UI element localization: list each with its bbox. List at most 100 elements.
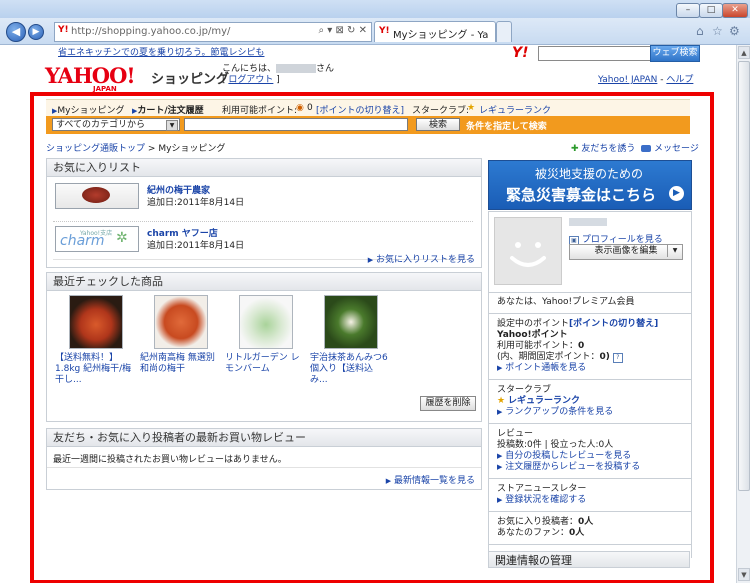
divider xyxy=(488,379,692,380)
starclub-condition[interactable]: ▶ ランクアップの条件を見る xyxy=(497,407,613,418)
vertical-scrollbar[interactable]: ▲ ▼ xyxy=(736,45,750,583)
divider xyxy=(488,511,692,512)
divider xyxy=(47,467,481,468)
banner-line1: 被災地支援のための xyxy=(534,167,643,181)
nav-cart[interactable]: ▶カート/注文履歴 xyxy=(132,103,204,116)
promo-link[interactable]: 省エネキッチンでの夏を乗り切ろう。節電レシピも xyxy=(58,45,264,58)
available-points: 利用可能ポイント：0 xyxy=(497,341,585,351)
review-counts: 投稿数:0件 | 役立った人:0人 xyxy=(497,440,614,450)
product-title[interactable]: 宇治抹茶あんみつ6個入り【送料込み... xyxy=(310,353,390,386)
username-blurred xyxy=(569,218,607,226)
product-image[interactable] xyxy=(69,295,123,349)
points-switch-link[interactable]: [ポイントの切り替え] xyxy=(316,103,404,116)
points-history[interactable]: ▶ ポイント通帳を見る xyxy=(497,363,586,374)
advanced-search-link[interactable]: 条件を指定して検索 xyxy=(466,119,547,132)
help-icon[interactable]: ? xyxy=(612,353,623,363)
gear-icon[interactable]: ⚙ xyxy=(729,24,740,38)
premium-status: あなたは、Yahoo!プレミアム会員 xyxy=(497,297,635,307)
yahoo-japan-link[interactable]: Yahoo! JAPAN xyxy=(598,75,657,85)
delete-history-button[interactable]: 履歴を削除 xyxy=(420,396,476,411)
reviews-box: 友だち・お気に入り投稿者の最新お買い物レビュー 最近一週間に投稿されたお買い物レ… xyxy=(46,428,482,490)
product-title[interactable]: リトルガーデン レモンバーム xyxy=(225,353,305,375)
favorites-star-icon[interactable]: ☆ xyxy=(712,24,723,38)
logout-link[interactable]: ログアウト xyxy=(228,75,273,85)
address-bar[interactable]: Y! http://shopping.yahoo.co.jp/my/ ⌕ ▾ ⊠… xyxy=(54,22,372,42)
yahoo-small-logo: Y! xyxy=(512,45,529,61)
breadcrumb-top[interactable]: ショッピング通販トップ xyxy=(46,144,145,154)
scroll-thumb[interactable] xyxy=(738,61,750,491)
points-switch-link2[interactable]: [ポイントの切り替え] xyxy=(569,319,658,329)
keyword-input[interactable] xyxy=(184,118,408,131)
nav-myshopping[interactable]: ▶Myショッピング xyxy=(52,103,124,116)
post-review-link[interactable]: ▶ 注文履歴からレビューを投稿する xyxy=(497,462,640,473)
home-icon[interactable]: ⌂ xyxy=(696,24,704,38)
recent-title: 最近チェックした商品 xyxy=(47,273,481,291)
search-button[interactable]: 検索 xyxy=(416,118,460,131)
favorite-date: 追加日:2011年8月14日 xyxy=(147,198,245,208)
arrow-right-icon: ▶ xyxy=(669,186,684,201)
top-links-sep: - xyxy=(660,75,664,85)
greeting: こんにちは、 さん [ ログアウト ] xyxy=(222,64,335,85)
maximize-button[interactable]: □ xyxy=(699,3,723,18)
starclub-rank-link[interactable]: レギュラーランク xyxy=(479,103,551,116)
web-search-button[interactable]: ウェブ検索 xyxy=(650,45,700,62)
message-link[interactable]: メッセージ xyxy=(654,144,699,154)
help-link[interactable]: ヘルプ xyxy=(666,75,693,85)
greeting-suffix: さん xyxy=(316,64,335,74)
forward-icon[interactable]: ▶ xyxy=(28,24,44,40)
page-content: 省エネキッチンでの夏を乗り切ろう。節電レシピも Y! ウェブ検索 YAHOO! … xyxy=(0,45,736,583)
disaster-donation-banner[interactable]: 被災地支援のための 緊急災害募金はこちら ▶ xyxy=(488,160,692,210)
sub-navigation: ▶Myショッピング ▶カート/注文履歴 利用可能ポイント: ◉ 0 [ポイントの… xyxy=(46,99,690,117)
window-titlebar: – □ ✕ xyxy=(0,0,750,18)
favorite-date: 追加日:2011年8月14日 xyxy=(147,241,245,251)
star-icon: ★ xyxy=(497,396,506,406)
scroll-up-icon[interactable]: ▲ xyxy=(738,46,750,59)
shopping-search-bar: すべてのカテゴリから ▼ 検索 条件を指定して検索 xyxy=(46,116,690,134)
avatar[interactable] xyxy=(494,217,562,285)
invite-friends-link[interactable]: 友だちを誘う xyxy=(581,144,635,154)
favorite-store-image[interactable]: charm Yahoo!支店 ✲ xyxy=(55,226,139,252)
list-item: 紀州の梅干農家 追加日:2011年8月14日 xyxy=(55,183,475,217)
top-links: Yahoo! JAPAN - ヘルプ xyxy=(598,72,693,85)
fixed-points: (内、期間固定ポイント：0) ? xyxy=(497,352,623,363)
scroll-down-icon[interactable]: ▼ xyxy=(738,568,750,581)
view-latest-link[interactable]: ▶ 最新情報一覧を見る xyxy=(386,473,475,486)
invite-area: ✚ 友だちを誘う メッセージ xyxy=(571,141,699,154)
points-setting: 設定中のポイント[ポイントの切り替え] xyxy=(497,319,659,329)
favorite-store-image[interactable] xyxy=(55,183,139,209)
product-image[interactable] xyxy=(324,295,378,349)
address-icons[interactable]: ⌕ ▾ ⊠ ↻ ✕ xyxy=(319,25,367,36)
recent-items-box: 最近チェックした商品 【送料無料！】1.8kg 紀州梅干/梅干し... 紀州南高… xyxy=(46,272,482,422)
view-favorites-link[interactable]: ▶ お気に入りリストを見る xyxy=(368,252,475,265)
product-title[interactable]: 【送料無料！】1.8kg 紀州梅干/梅干し... xyxy=(55,353,135,386)
product-image[interactable] xyxy=(154,295,208,349)
starclub-rank[interactable]: ★ レギュラーランク xyxy=(497,396,580,407)
my-reviews-link[interactable]: ▶ 自分の投稿したレビューを見る xyxy=(497,451,631,462)
username-blurred xyxy=(276,64,317,73)
address-url[interactable]: http://shopping.yahoo.co.jp/my/ xyxy=(71,26,230,37)
close-window-button[interactable]: ✕ xyxy=(722,3,748,18)
charm-logo-sub: Yahoo!支店 xyxy=(80,230,113,237)
newsletter-title: ストアニュースレター xyxy=(497,484,587,494)
breadcrumb-current: Myショッピング xyxy=(158,144,226,154)
product-image[interactable] xyxy=(239,295,293,349)
minimize-button[interactable]: – xyxy=(676,3,700,18)
back-icon[interactable]: ◀ xyxy=(6,22,26,42)
newsletter-status-link[interactable]: ▶ 登録状況を確認する xyxy=(497,495,586,506)
profile-card: ▣ プロフィールを見る 表示画像を編集 ▼ xyxy=(488,211,692,293)
fav-poster-count: お気に入り投稿者：0人 xyxy=(497,517,594,527)
category-select[interactable]: すべてのカテゴリから ▼ xyxy=(52,118,180,131)
web-search-input[interactable] xyxy=(538,46,652,61)
edit-image-button[interactable]: 表示画像を編集 ▼ xyxy=(569,244,683,260)
greeting-prefix: こんにちは、 xyxy=(222,64,277,74)
divider xyxy=(53,221,473,222)
browser-tab[interactable]: Y! Myショッピング - Yahoo... xyxy=(374,21,496,42)
star-icon: ★ xyxy=(467,103,476,113)
divider xyxy=(488,478,692,479)
yahoo-favicon: Y! xyxy=(379,26,390,36)
chevron-down-icon: ▼ xyxy=(166,120,178,131)
related-info-header[interactable]: 関連情報の管理 xyxy=(488,551,690,568)
new-tab-button[interactable] xyxy=(496,21,512,42)
product-title[interactable]: 紀州南高梅 無選別 和尚の梅干 xyxy=(140,353,220,375)
yahoo-shopping-logo[interactable]: YAHOO! JAPAN ショッピング xyxy=(45,63,229,93)
